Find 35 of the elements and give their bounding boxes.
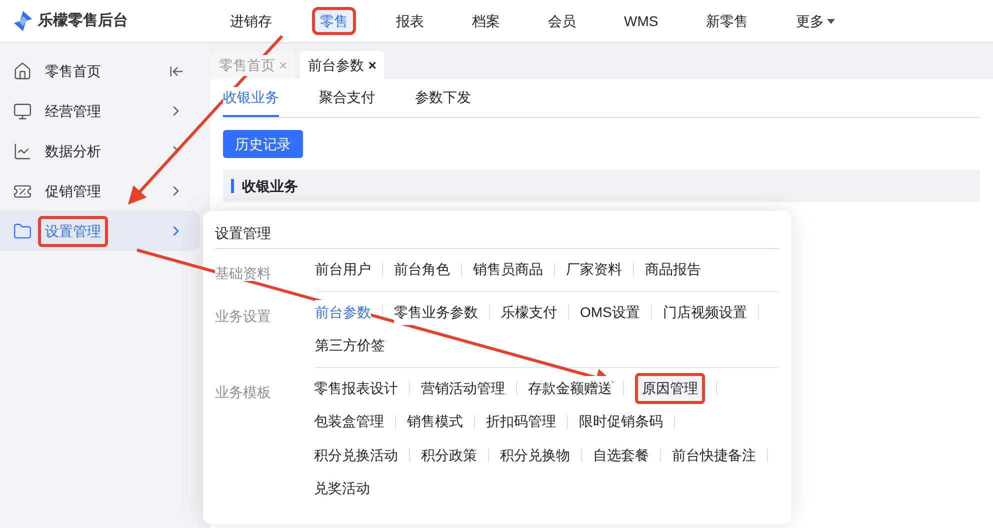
history-button[interactable]: 历史记录 bbox=[223, 130, 303, 158]
group-label: 基础资料 bbox=[215, 265, 271, 281]
logo-icon bbox=[14, 11, 32, 31]
collapse-icon[interactable] bbox=[169, 64, 184, 78]
folder-icon bbox=[13, 222, 32, 240]
nav-tab[interactable]: 档案 bbox=[464, 7, 508, 35]
sidebar-item[interactable]: 经营管理 bbox=[0, 91, 200, 131]
nav-tab[interactable]: 零售 bbox=[312, 7, 356, 35]
line-chart-icon bbox=[13, 142, 32, 160]
nav-tab[interactable]: 进销存 bbox=[222, 7, 280, 35]
sidebar-item[interactable]: 数据分析 bbox=[0, 131, 200, 171]
menu-link[interactable]: 原因管理 bbox=[635, 372, 705, 404]
group-label: 业务设置 bbox=[215, 308, 271, 324]
nav-tab[interactable]: 新零售 bbox=[698, 7, 756, 35]
sidebar-item[interactable]: 零售首页 bbox=[0, 51, 200, 91]
group-label: 业务模板 bbox=[215, 384, 271, 400]
sidebar-label: 经营管理 bbox=[44, 102, 102, 120]
nav-tab[interactable]: 会员 bbox=[540, 7, 584, 35]
section-title: 收银业务 bbox=[242, 176, 298, 196]
sidebar-label: 促销管理 bbox=[44, 182, 102, 200]
monitor-icon bbox=[13, 102, 32, 120]
close-icon[interactable]: × bbox=[368, 54, 376, 76]
home-icon bbox=[13, 62, 32, 80]
menu-title: 设置管理 bbox=[215, 221, 779, 249]
brand-name: 乐檬零售后台 bbox=[38, 10, 128, 31]
tab-label: 零售首页 bbox=[219, 54, 275, 76]
page-tab[interactable]: 前台参数 × bbox=[300, 51, 384, 79]
nav-tab[interactable]: 更多 bbox=[788, 7, 844, 35]
nav-tab[interactable]: 报表 bbox=[388, 7, 432, 35]
nav-tab[interactable]: WMS bbox=[616, 7, 666, 35]
section-marker bbox=[231, 179, 234, 193]
sidebar-label: 数据分析 bbox=[44, 142, 102, 160]
sidebar-item[interactable]: 促销管理 bbox=[0, 171, 200, 211]
sidebar-label: 零售首页 bbox=[44, 62, 102, 80]
sidebar-label: 设置管理 bbox=[38, 216, 108, 246]
